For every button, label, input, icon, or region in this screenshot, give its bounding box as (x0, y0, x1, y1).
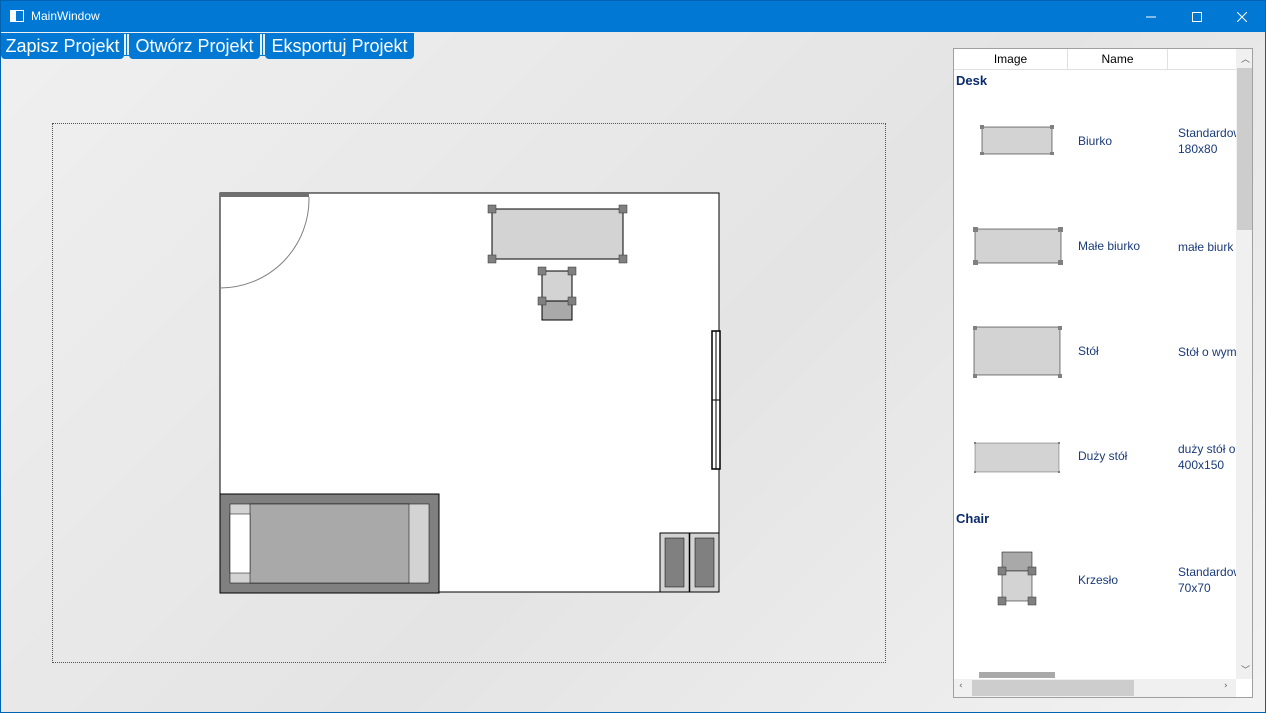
wardrobe-furniture[interactable] (659, 532, 720, 593)
toolbar: Zapisz Projekt Otwórz Projekt Eksportuj … (1, 32, 421, 59)
item-name: Krzesło (1078, 573, 1119, 587)
resize-handle[interactable] (487, 204, 497, 214)
resize-handle[interactable] (487, 254, 497, 264)
small-desk-thumbnail (973, 227, 1063, 265)
resize-handle[interactable] (537, 266, 547, 276)
item-name: Biurko (1078, 134, 1113, 148)
save-project-button[interactable]: Zapisz Projekt (1, 33, 124, 59)
furniture-list[interactable]: Image Name Desk Biurko Standardow 180x80… (953, 48, 1253, 698)
item-description: Standardow 180x80 (1178, 126, 1238, 156)
group-title-desk: Desk (956, 73, 988, 88)
scroll-up-icon[interactable]: ︿ (1241, 52, 1250, 65)
close-icon (1237, 11, 1247, 22)
item-description: Stół o wym (1178, 345, 1237, 359)
partial-item-thumbnail (979, 672, 1055, 678)
design-canvas[interactable] (52, 123, 886, 663)
item-description: małe biurk (1178, 240, 1234, 254)
export-project-button[interactable]: Eksportuj Projekt (265, 33, 414, 59)
item-name: Małe biurko (1078, 239, 1141, 253)
table-thumbnail (973, 326, 1062, 378)
item-name: Duży stół (1078, 449, 1128, 463)
group-title-chair: Chair (956, 511, 990, 526)
resize-handle[interactable] (537, 296, 547, 306)
floor-plan[interactable] (53, 124, 887, 664)
chair-thumbnail (997, 551, 1037, 606)
scroll-down-icon[interactable]: ﹀ (1241, 663, 1250, 676)
door-leaf (220, 192, 309, 197)
window-element[interactable] (711, 330, 721, 470)
maximize-button[interactable] (1174, 1, 1220, 32)
app-icon (10, 10, 24, 22)
item-description: duży stół o 400x150 (1178, 442, 1236, 472)
bed-pillow (229, 513, 251, 574)
desk-thumbnail (980, 125, 1054, 155)
column-header-image[interactable]: Image (954, 49, 1068, 70)
maximize-icon (1192, 11, 1202, 22)
minimize-button[interactable] (1128, 1, 1174, 32)
item-name: Stół (1078, 344, 1099, 358)
large-table-thumbnail (974, 442, 1060, 473)
item-description: Standardow 70x70 (1178, 565, 1238, 595)
bed-furniture[interactable] (219, 493, 440, 594)
open-project-button[interactable]: Otwórz Projekt (129, 33, 260, 59)
horizontal-scrollbar[interactable]: ‹ › (954, 679, 1236, 697)
title-bar[interactable]: MainWindow (1, 1, 1265, 32)
vertical-scroll-thumb[interactable] (1237, 68, 1252, 230)
chair-furniture[interactable] (537, 266, 577, 321)
resize-handle[interactable] (618, 204, 628, 214)
close-button[interactable] (1219, 1, 1265, 32)
window-title: MainWindow (31, 9, 100, 23)
scroll-right-icon[interactable]: › (1224, 681, 1228, 691)
desk-furniture[interactable] (487, 204, 628, 264)
column-header-name[interactable]: Name (1068, 49, 1168, 70)
main-window: MainWindow Zapisz Projekt Otwórz Projekt… (0, 0, 1266, 713)
resize-handle[interactable] (567, 266, 577, 276)
minimize-icon (1146, 16, 1156, 17)
scroll-left-icon[interactable]: ‹ (959, 681, 963, 691)
list-header: Image Name (954, 49, 1236, 70)
horizontal-scroll-thumb[interactable] (972, 680, 1134, 696)
vertical-scrollbar[interactable]: ︿ ﹀ (1236, 49, 1252, 679)
resize-handle[interactable] (567, 296, 577, 306)
resize-handle[interactable] (618, 254, 628, 264)
